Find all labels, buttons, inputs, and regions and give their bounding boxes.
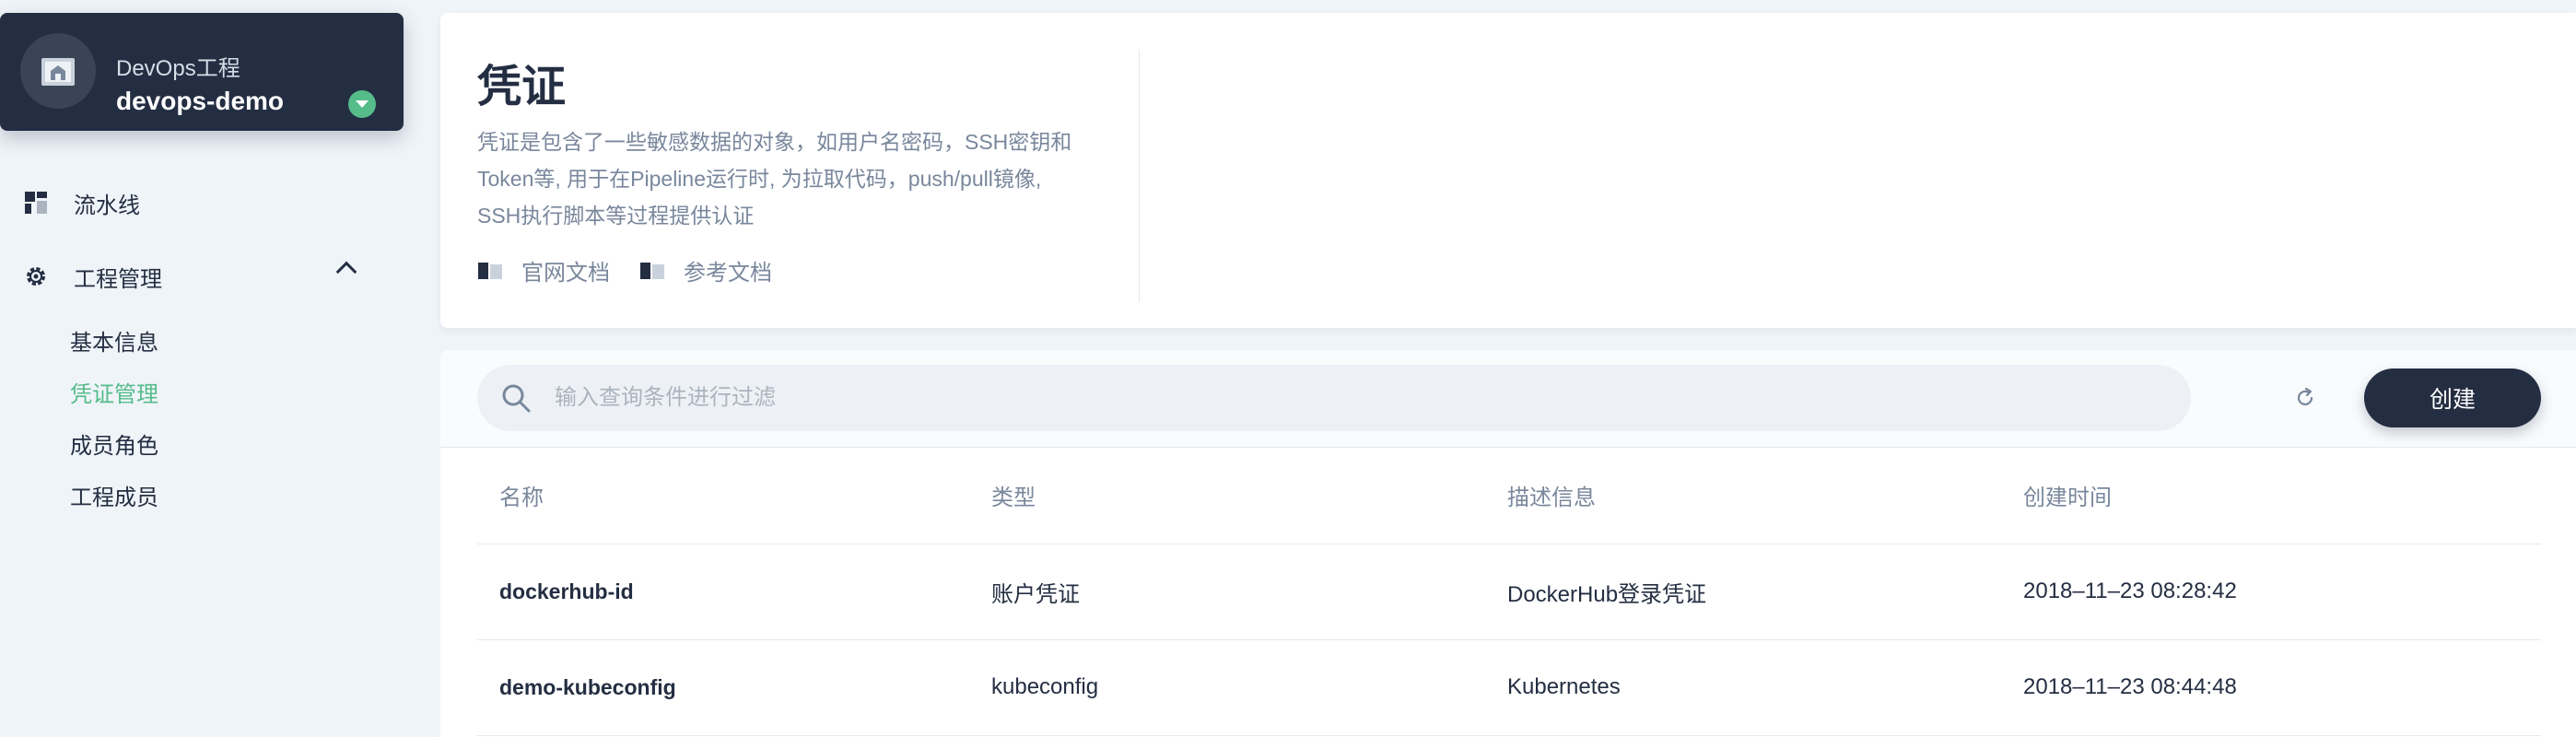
- sidebar-subitem-project-members[interactable]: 工程成员: [70, 479, 158, 511]
- credential-description: Kubernetes: [1485, 639, 2001, 736]
- sidebar-subitem-credentials[interactable]: 凭证管理: [70, 376, 158, 408]
- description-line: Token等, 用于在Pipeline运行时, 为拉取代码，push/pull镜…: [477, 167, 1042, 191]
- credentials-table-card: 创建 名称 类型 描述信息 创建时间 dockerhub-id 账户凭证 Doc…: [440, 350, 2576, 737]
- chevron-up-icon[interactable]: [335, 261, 357, 283]
- page-title: 凭证: [477, 63, 567, 111]
- book-icon: [478, 262, 502, 279]
- credential-type: 账户凭证: [969, 544, 1485, 640]
- gear-icon: [27, 267, 45, 286]
- project-avatar: [20, 33, 96, 109]
- description-line: 凭证是包含了一些敏感数据的对象，如用户名密码，SSH密钥和: [477, 130, 1072, 154]
- table-row[interactable]: demo-kubeconfig kubeconfig Kubernetes 20…: [477, 639, 2541, 736]
- create-button[interactable]: 创建: [2364, 368, 2541, 427]
- refresh-icon: [2297, 387, 2313, 406]
- chevron-down-icon[interactable]: [348, 90, 376, 118]
- credential-type: kubeconfig: [969, 639, 1485, 736]
- search-box[interactable]: [477, 365, 2191, 431]
- refresh-button[interactable]: [2283, 376, 2327, 420]
- column-header-type[interactable]: 类型: [969, 448, 1485, 544]
- project-selector[interactable]: DevOps工程 devops-demo: [0, 13, 404, 131]
- description-line: SSH执行脚本等过程提供认证: [477, 204, 755, 228]
- column-header-name[interactable]: 名称: [477, 448, 969, 544]
- link-label: 官网文档: [521, 261, 610, 286]
- intro-card: 凭证 凭证是包含了一些敏感数据的对象，如用户名密码，SSH密钥和 Token等,…: [440, 13, 2576, 328]
- credential-description: DockerHub登录凭证: [1485, 544, 2001, 640]
- page-description: 凭证是包含了一些敏感数据的对象，如用户名密码，SSH密钥和 Token等, 用于…: [477, 123, 1122, 234]
- column-header-description[interactable]: 描述信息: [1485, 448, 2001, 544]
- sidebar-subitem-basic-info[interactable]: 基本信息: [70, 324, 158, 357]
- divider: [1139, 50, 1140, 302]
- sidebar-item-pipeline[interactable]: 流水线: [24, 184, 140, 221]
- search-icon: [502, 384, 531, 413]
- credential-created-time: 2018–11–23 08:28:42: [2001, 544, 2541, 640]
- project-type-label: DevOps工程: [116, 56, 240, 81]
- grid-icon: [25, 192, 47, 214]
- credential-name[interactable]: demo-kubeconfig: [477, 639, 969, 736]
- project-name: devops-demo: [116, 87, 285, 115]
- table-toolbar: 创建: [440, 350, 2576, 448]
- credentials-table: 名称 类型 描述信息 创建时间 dockerhub-id 账户凭证 Docker…: [477, 448, 2541, 736]
- search-input[interactable]: [555, 365, 2158, 431]
- table-header-row: 名称 类型 描述信息 创建时间: [477, 448, 2541, 544]
- book-icon: [640, 262, 664, 279]
- sidebar-item-label: 工程管理: [74, 266, 162, 292]
- sidebar-item-project-management[interactable]: 工程管理: [24, 258, 162, 295]
- sidebar-item-label: 流水线: [74, 193, 140, 218]
- column-header-created-time[interactable]: 创建时间: [2001, 448, 2541, 544]
- official-docs-link[interactable]: 官网文档: [477, 254, 610, 287]
- link-label: 参考文档: [684, 261, 772, 286]
- reference-docs-link[interactable]: 参考文档: [639, 254, 772, 287]
- credential-name[interactable]: dockerhub-id: [477, 544, 969, 640]
- credential-created-time: 2018–11–23 08:44:48: [2001, 639, 2541, 736]
- devops-project-icon: [41, 58, 75, 86]
- doc-links: 官网文档 参考文档: [477, 254, 802, 287]
- table-row[interactable]: dockerhub-id 账户凭证 DockerHub登录凭证 2018–11–…: [477, 544, 2541, 640]
- sidebar-subitem-member-roles[interactable]: 成员角色: [70, 427, 158, 460]
